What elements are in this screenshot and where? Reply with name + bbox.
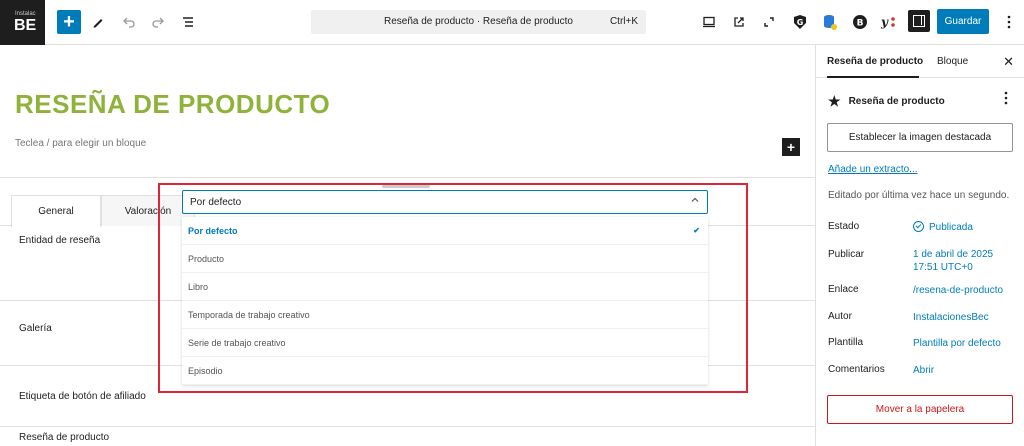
add-block-button[interactable]: + [782, 138, 800, 156]
entity-label: Entidad de reseña [19, 235, 101, 246]
publish-date[interactable]: 1 de abril de 2025 17:51 UTC+0 [913, 248, 993, 274]
undo-icon[interactable] [117, 10, 141, 34]
block-inserter-button[interactable]: + [57, 10, 81, 34]
featured-image-button[interactable]: Establecer la imagen destacada [827, 123, 1013, 152]
pencil-icon[interactable] [86, 10, 110, 34]
post-title[interactable]: RESEÑA DE PRODUCTO [15, 89, 330, 120]
site-logo[interactable]: Instalac BE [0, 0, 45, 45]
metabox-footer-title: Reseña de producto [19, 432, 110, 443]
svg-text:G: G [797, 18, 804, 27]
save-button[interactable]: Guardar [937, 9, 989, 34]
sidebar-tabs: Reseña de producto Bloque ✕ [816, 45, 1024, 78]
external-link-icon[interactable] [727, 10, 751, 34]
tab-general[interactable]: General [11, 195, 101, 227]
logo-text: BE [14, 17, 37, 34]
author-label: Autor [828, 311, 852, 322]
last-edited-text: Editado por última vez hace un segundo. [828, 190, 1010, 201]
sidebar-toggle-icon[interactable] [908, 10, 930, 32]
fullscreen-icon[interactable] [757, 10, 781, 34]
status-value[interactable]: Publicada [913, 221, 973, 234]
database-icon[interactable] [818, 10, 842, 34]
move-to-trash-button[interactable]: Mover a la papelera [827, 395, 1013, 424]
kebab-icon[interactable] [1004, 91, 1008, 108]
plus-icon: + [63, 11, 75, 33]
redo-icon[interactable] [146, 10, 170, 34]
gallery-label: Galería [19, 323, 52, 334]
comments-value[interactable]: Abrir [913, 364, 934, 377]
yoast-icon[interactable]: y [877, 10, 901, 34]
highlight-box [158, 183, 748, 393]
svg-text:B: B [857, 19, 864, 29]
shortcut-hint: Ctrl+K [609, 16, 638, 27]
svg-text:y: y [880, 15, 889, 29]
metabox-divider [0, 177, 815, 178]
link-label: Enlace [828, 284, 859, 295]
desktop-icon[interactable] [697, 10, 721, 34]
add-excerpt-link[interactable]: Añade un extracto... [828, 164, 918, 175]
post-type-label: Reseña de producto [848, 96, 945, 107]
permalink-value[interactable]: /resena-de-producto [913, 284, 1003, 297]
status-text: Publicada [929, 222, 973, 233]
kebab-icon[interactable] [997, 10, 1021, 34]
active-tab-indicator [827, 76, 919, 78]
affiliate-button-label: Etiqueta de botón de afiliado [19, 391, 146, 402]
list-view-icon[interactable] [176, 10, 200, 34]
star-icon: ★ [828, 93, 841, 109]
publish-time-line: 17:51 UTC+0 [913, 262, 973, 273]
published-icon [913, 221, 924, 232]
tab-block[interactable]: Bloque [937, 56, 968, 67]
status-label: Estado [828, 221, 860, 232]
publish-date-line: 1 de abril de 2025 [913, 249, 994, 260]
settings-sidebar: Reseña de producto Bloque ✕ ★ Reseña de … [815, 45, 1024, 446]
template-label: Plantilla [828, 337, 864, 348]
editor-header: Instalac BE + Reseña de producto · Reseñ… [0, 0, 1024, 45]
block-placeholder[interactable]: Teclea / para elegir un bloque [15, 138, 146, 149]
plus-icon: + [786, 139, 796, 155]
post-type-header: ★ Reseña de producto [828, 93, 945, 110]
close-icon[interactable]: ✕ [1003, 54, 1014, 70]
row-divider [0, 426, 815, 427]
author-value[interactable]: InstalacionesBec [913, 311, 989, 324]
document-bar[interactable]: Reseña de producto · Reseña de producto … [311, 10, 646, 34]
tab-post[interactable]: Reseña de producto [827, 56, 923, 67]
g-plugin-icon[interactable]: G [788, 10, 812, 34]
publish-label: Publicar [828, 249, 865, 260]
comments-label: Comentarios [828, 364, 885, 375]
document-title: Reseña de producto · Reseña de producto [383, 16, 573, 27]
b-plugin-icon[interactable]: B [848, 10, 872, 34]
template-value[interactable]: Plantilla por defecto [913, 337, 1001, 350]
